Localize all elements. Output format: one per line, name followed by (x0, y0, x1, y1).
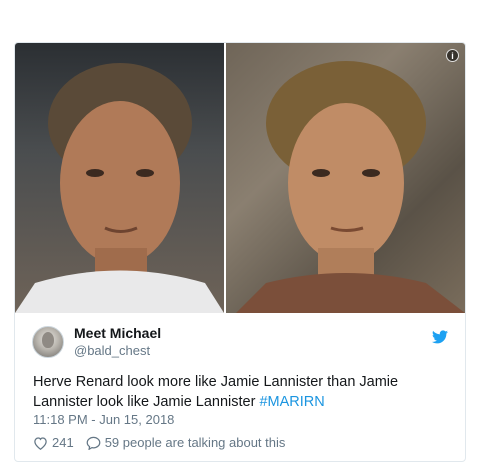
portrait-right-image (236, 61, 465, 313)
author-names: Meet Michael @bald_chest (74, 325, 161, 359)
portrait-left-image (15, 63, 224, 313)
tweet-text: Herve Renard look more like Jamie Lannis… (33, 372, 453, 412)
author-display-name[interactable]: Meet Michael (74, 325, 161, 342)
author-handle[interactable]: @bald_chest (74, 342, 161, 359)
embedded-tweet-card[interactable]: i Meet Michael @bald_chest Herve Renard … (14, 42, 466, 462)
tweet-timestamp[interactable]: 11:18 PM - Jun 15, 2018 (33, 412, 174, 427)
like-action[interactable]: 241 (33, 435, 74, 450)
twitter-bird-icon[interactable] (432, 330, 448, 344)
conversation-text: 59 people are talking about this (104, 435, 286, 450)
info-icon[interactable]: i (446, 49, 459, 62)
tweet-text-body: Herve Renard look more like Jamie Lannis… (33, 374, 399, 410)
hashtag-link[interactable]: #MARIRN (259, 394, 324, 410)
photo-left[interactable] (15, 43, 224, 313)
photo-right[interactable]: i (226, 43, 465, 313)
speech-bubble-icon (86, 436, 101, 450)
heart-icon (34, 436, 47, 450)
likes-count: 241 (52, 435, 74, 450)
avatar[interactable] (32, 326, 64, 358)
tweet-media[interactable]: i (15, 43, 465, 313)
tweet-author[interactable]: Meet Michael @bald_chest (32, 325, 161, 359)
tweet-actions: 241 59 people are talking about this (33, 435, 297, 450)
conversation-action[interactable]: 59 people are talking about this (86, 435, 286, 450)
